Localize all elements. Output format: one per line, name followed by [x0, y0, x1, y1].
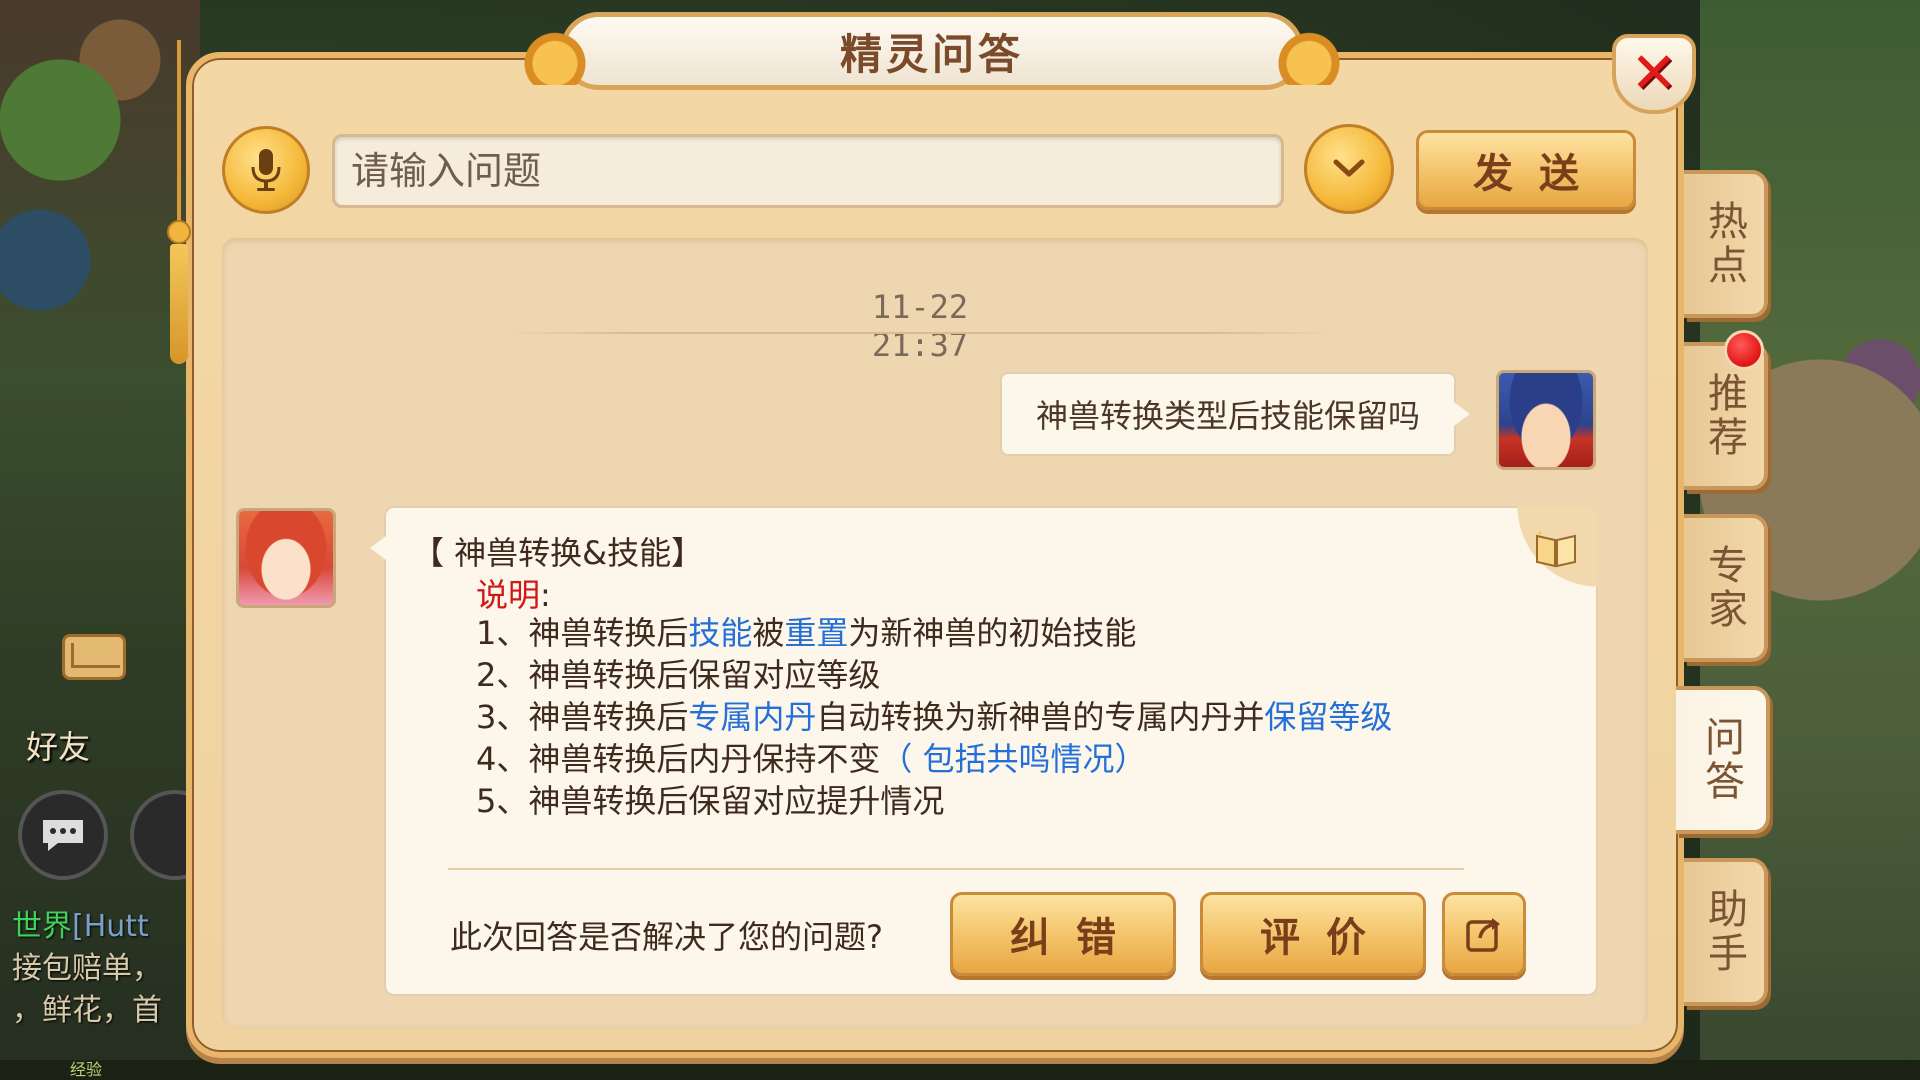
mail-icon[interactable] — [62, 634, 126, 680]
tab-qa[interactable]: 问答 — [1676, 686, 1770, 834]
share-button[interactable] — [1442, 892, 1526, 976]
answer-item-text: 为新神兽的初始技能 — [848, 614, 1137, 652]
close-icon: ✕ — [1630, 41, 1678, 106]
answer-link[interactable]: 专属内丹 — [688, 698, 816, 736]
user-message-bubble: 神兽转换类型后技能保留吗 — [1000, 372, 1470, 456]
answer-list: 1、神兽转换后技能被重置为新神兽的初始技能 2、神兽转换后保留对应等级 3、神兽… — [476, 612, 1392, 822]
report-error-button[interactable]: 纠错 — [950, 892, 1176, 976]
answer-divider — [448, 868, 1464, 870]
answer-item-text: 被 — [752, 614, 785, 652]
answer-link[interactable]: 技能 — [688, 614, 752, 652]
friend-button[interactable]: 好友 — [26, 722, 90, 768]
tab-assistant-label: 助手 — [1701, 888, 1747, 976]
voice-input-button[interactable] — [222, 126, 310, 214]
spirit-avatar — [236, 508, 336, 608]
tab-expert[interactable]: 专家 — [1684, 514, 1768, 662]
answer-link[interactable]: （ 包括共鸣情况） — [880, 740, 1146, 778]
world-chat-line: ，鲜花，首 — [12, 993, 162, 1028]
answer-item-text: 4、神兽转换后内丹保持不变 — [476, 740, 881, 778]
world-chat-preview[interactable]: 世界[Hutt 接包赔单， ，鲜花，首 — [12, 906, 192, 1032]
world-chat-name: [Hutt — [72, 909, 149, 944]
tab-recommend-label: 推荐 — [1701, 372, 1747, 460]
send-button[interactable]: 发送 — [1416, 130, 1636, 210]
feedback-question: 此次回答是否解决了您的问题? — [450, 918, 883, 956]
message-timestamp: 11-22 21:37 — [871, 288, 969, 364]
answer-item-text: 自动转换为新神兽的专属内丹并 — [816, 698, 1265, 736]
tab-expert-label: 专家 — [1701, 544, 1747, 632]
answer-item: 5、神兽转换后保留对应提升情况 — [476, 780, 1392, 822]
chevron-down-icon — [1333, 159, 1365, 177]
notification-dot — [1724, 330, 1764, 370]
world-chat-line: 接包赔单， — [12, 951, 162, 986]
answer-item: 4、神兽转换后内丹保持不变（ 包括共鸣情况） — [476, 738, 1392, 780]
tab-qa-label: 问答 — [1698, 716, 1744, 804]
chat-bubble-icon[interactable] — [18, 790, 108, 880]
answer-title: 【 神兽转换&技能】 — [412, 534, 704, 572]
answer-label-colon: : — [540, 576, 551, 614]
answer-item-text: 3、神兽转换后 — [476, 698, 689, 736]
rate-button[interactable]: 评价 — [1200, 892, 1426, 976]
close-button[interactable]: ✕ — [1612, 34, 1696, 114]
timestamp-divider — [508, 332, 1334, 334]
answer-label-text: 说明 — [476, 576, 541, 614]
chat-icon — [43, 820, 83, 851]
tab-hot[interactable]: 热点 — [1684, 170, 1768, 318]
history-dropdown-button[interactable] — [1304, 124, 1394, 214]
tab-hot-label: 热点 — [1701, 200, 1747, 288]
exp-label: 经验 — [70, 1060, 103, 1079]
answer-item: 1、神兽转换后技能被重置为新神兽的初始技能 — [476, 612, 1392, 654]
decorative-tassel — [164, 40, 194, 364]
dialog-title: 精灵问答 — [839, 29, 1024, 79]
microphone-icon — [251, 149, 281, 191]
question-input[interactable] — [332, 134, 1284, 208]
world-chat-tag: 世界 — [12, 909, 72, 944]
user-avatar — [1496, 370, 1596, 470]
dialog-title-plate: 精灵问答 — [495, 12, 1369, 90]
answer-item: 3、神兽转换后专属内丹自动转换为新神兽的专属内丹并保留等级 — [476, 696, 1392, 738]
answer-item: 2、神兽转换后保留对应等级 — [476, 654, 1392, 696]
answer-item-text: 5、神兽转换后保留对应提升情况 — [476, 782, 945, 820]
exp-bar — [0, 1060, 1920, 1080]
answer-link[interactable]: 重置 — [784, 614, 848, 652]
share-icon — [1466, 918, 1500, 952]
tab-assistant[interactable]: 助手 — [1684, 858, 1768, 1006]
answer-item-text: 2、神兽转换后保留对应等级 — [476, 656, 881, 694]
answer-link[interactable]: 保留等级 — [1264, 698, 1392, 736]
answer-label: 说明: — [476, 570, 551, 616]
answer-item-text: 1、神兽转换后 — [476, 614, 689, 652]
